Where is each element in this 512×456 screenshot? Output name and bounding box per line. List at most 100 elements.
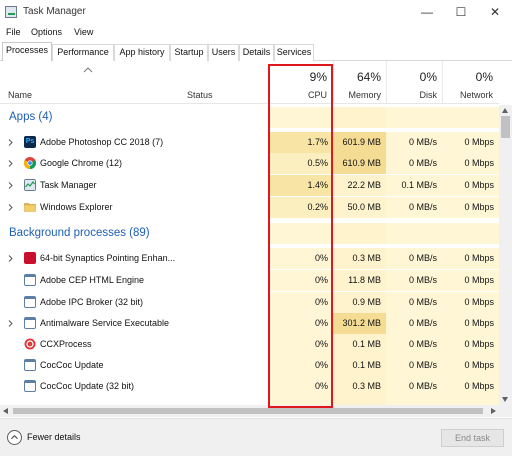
scroll-left-icon[interactable]	[3, 408, 8, 414]
synaptics-icon	[24, 252, 36, 264]
process-name: CCXProcess	[40, 339, 92, 349]
memory-value: 0.1 MB	[333, 355, 386, 376]
chrome-icon	[24, 157, 36, 169]
disk-value: 0 MB/s	[386, 270, 442, 291]
chevron-right-icon[interactable]	[7, 139, 14, 146]
disk-value: 0 MB/s	[386, 197, 442, 218]
chevron-right-icon[interactable]	[7, 204, 14, 211]
scroll-up-icon[interactable]	[502, 108, 508, 113]
process-list: Apps (4) Ps Adobe Photoshop CC 2018 (7) …	[0, 105, 499, 405]
process-row[interactable]: Google Chrome (12) 0.5% 610.9 MB 0 MB/s …	[0, 153, 499, 174]
memory-total-percent[interactable]: 64%	[333, 70, 381, 84]
minimize-button[interactable]: —	[410, 2, 444, 22]
tab-performance[interactable]: Performance	[52, 44, 114, 61]
disk-value: 0 MB/s	[386, 248, 442, 269]
end-task-button[interactable]: End task	[441, 429, 504, 447]
fewer-details-link[interactable]: Fewer details	[27, 432, 81, 442]
cpu-value: 0.2%	[269, 197, 333, 218]
maximize-button[interactable]: ☐	[444, 2, 478, 22]
sort-up-icon[interactable]	[83, 65, 93, 75]
menu-file[interactable]: File	[6, 27, 21, 37]
process-row[interactable]: Windows Explorer 0.2% 50.0 MB 0 MB/s 0 M…	[0, 197, 499, 218]
cpu-total-percent[interactable]: 9%	[269, 70, 327, 84]
tab-services[interactable]: Services	[274, 44, 314, 61]
process-row[interactable]: Adobe IPC Broker (32 bit) 0% 0.9 MB 0 MB…	[0, 292, 499, 313]
memory-value: 601.9 MB	[333, 132, 386, 153]
task-manager-app-icon	[5, 6, 17, 18]
process-row[interactable]: Adobe CEP HTML Engine 0% 11.8 MB 0 MB/s …	[0, 270, 499, 291]
disk-value: 0 MB/s	[386, 355, 442, 376]
disk-value: 0 MB/s	[386, 376, 442, 397]
column-network[interactable]: Network	[442, 90, 493, 100]
chevron-up-circle-icon[interactable]	[7, 430, 22, 445]
vertical-scrollbar[interactable]	[499, 105, 512, 405]
menu-bar: File Options View	[0, 24, 512, 42]
process-row[interactable]: CCXProcess 0% 0.1 MB 0 MB/s 0 Mbps	[0, 334, 499, 355]
disk-total-percent[interactable]: 0%	[386, 70, 437, 84]
process-row[interactable]: CocCoc Update 0% 0.1 MB 0 MB/s 0 Mbps	[0, 355, 499, 376]
scroll-thumb[interactable]	[13, 408, 483, 414]
horizontal-scrollbar[interactable]	[0, 405, 499, 417]
menu-options[interactable]: Options	[31, 27, 62, 37]
chevron-right-icon[interactable]	[7, 182, 14, 189]
scroll-right-icon[interactable]	[491, 408, 496, 414]
cpu-value: 0%	[269, 270, 333, 291]
process-name: Antimalware Service Executable	[40, 318, 170, 328]
process-row[interactable]: CocCoc Update (32 bit) 0% 0.3 MB 0 MB/s …	[0, 376, 499, 397]
cpu-value: 0%	[269, 334, 333, 355]
memory-value: 0.3 MB	[333, 376, 386, 397]
column-disk[interactable]: Disk	[386, 90, 438, 100]
process-row-partial[interactable]	[0, 397, 499, 405]
column-status[interactable]: Status	[187, 90, 213, 100]
title-bar: Task Manager — ☐ ✕	[0, 0, 512, 24]
memory-value: 22.2 MB	[333, 175, 386, 196]
process-name: Windows Explorer	[40, 202, 113, 212]
scroll-thumb[interactable]	[501, 116, 510, 138]
window-icon	[24, 317, 36, 329]
tab-details[interactable]: Details	[239, 44, 274, 61]
memory-value: 610.9 MB	[333, 153, 386, 174]
tab-startup[interactable]: Startup	[170, 44, 208, 61]
cpu-value: 1.7%	[269, 132, 333, 153]
tab-app-history[interactable]: App history	[114, 44, 170, 61]
column-name[interactable]: Name	[8, 90, 32, 100]
process-row[interactable]: 64-bit Synaptics Pointing Enhan... 0% 0.…	[0, 248, 499, 269]
memory-value: 0.9 MB	[333, 292, 386, 313]
scroll-down-icon[interactable]	[502, 397, 508, 402]
scrollbar-corner	[499, 405, 512, 417]
column-memory[interactable]: Memory	[333, 90, 381, 100]
process-name: Google Chrome (12)	[40, 158, 123, 168]
cpu-value: 1.4%	[269, 175, 333, 196]
disk-value: 0 MB/s	[386, 313, 442, 334]
chevron-right-icon[interactable]	[7, 320, 14, 327]
process-name: Adobe Photoshop CC 2018 (7)	[40, 137, 164, 147]
network-total-percent[interactable]: 0%	[442, 70, 493, 84]
memory-value: 0.1 MB	[333, 334, 386, 355]
network-value: 0 Mbps	[442, 132, 499, 153]
network-value: 0 Mbps	[442, 175, 499, 196]
menu-view[interactable]: View	[74, 27, 93, 37]
disk-value: 0 MB/s	[386, 132, 442, 153]
process-row[interactable]: Task Manager 1.4% 22.2 MB 0.1 MB/s 0 Mbp…	[0, 175, 499, 196]
column-cpu[interactable]: CPU	[269, 90, 327, 100]
tab-processes[interactable]: Processes	[2, 42, 52, 62]
chevron-right-icon[interactable]	[7, 160, 14, 167]
network-value: 0 Mbps	[442, 248, 499, 269]
cpu-value: 0%	[269, 355, 333, 376]
process-name: Task Manager	[40, 180, 97, 190]
close-button[interactable]: ✕	[478, 2, 512, 22]
network-value: 0 Mbps	[442, 334, 499, 355]
process-row[interactable]: Antimalware Service Executable 0% 301.2 …	[0, 313, 499, 334]
chevron-right-icon[interactable]	[7, 255, 14, 262]
network-value: 0 Mbps	[442, 197, 499, 218]
window-icon	[24, 296, 36, 308]
process-row[interactable]: Ps Adobe Photoshop CC 2018 (7) 1.7% 601.…	[0, 132, 499, 153]
network-value: 0 Mbps	[442, 376, 499, 397]
folder-icon	[24, 203, 36, 212]
group-background: Background processes (89)	[0, 223, 499, 244]
network-value: 0 Mbps	[442, 270, 499, 291]
tab-users[interactable]: Users	[208, 44, 239, 61]
cpu-value: 0%	[269, 376, 333, 397]
cpu-value: 0.5%	[269, 153, 333, 174]
cpu-value: 0%	[269, 313, 333, 334]
